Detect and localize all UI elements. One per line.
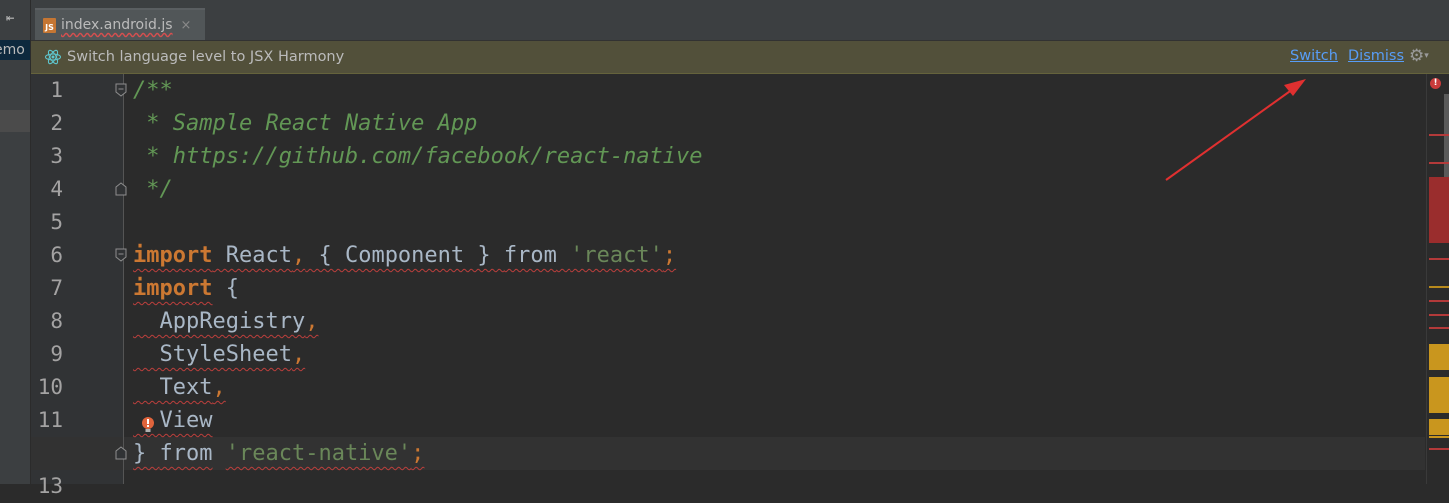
punctuation: ;: [662, 243, 677, 268]
error-marker[interactable]: [1429, 448, 1449, 450]
error-marker[interactable]: [1429, 134, 1449, 136]
error-marker[interactable]: [1429, 300, 1449, 302]
punctuation: ,: [212, 375, 226, 400]
error-indicator-icon[interactable]: !: [1430, 78, 1441, 89]
react-icon: [44, 49, 62, 65]
code-line: import {: [133, 272, 239, 305]
switch-link[interactable]: Switch: [1290, 48, 1338, 64]
tab-close-icon[interactable]: ×: [181, 18, 192, 33]
comment: /**: [133, 78, 173, 103]
collapse-panel-icon[interactable]: ⇤: [6, 10, 14, 26]
error-stripe[interactable]: !: [1426, 74, 1449, 484]
string: 'react-native': [225, 441, 412, 466]
string: 'react': [570, 243, 663, 268]
punctuation: ,: [291, 243, 306, 268]
dismiss-link[interactable]: Dismiss: [1348, 48, 1404, 64]
error-marker[interactable]: [1429, 327, 1449, 329]
line-number: 10: [37, 375, 63, 399]
code-line: * https://github.com/facebook/react-nati…: [133, 140, 703, 173]
gear-dropdown-arrow: ▾: [1424, 51, 1429, 61]
comment: * Sample React Native App: [133, 111, 478, 136]
line-number: 13: [37, 474, 63, 498]
fold-guide: [123, 74, 124, 484]
line-number: 6: [50, 243, 63, 267]
gear-icon[interactable]: ⚙▾: [1409, 46, 1429, 66]
punctuation: ,: [291, 342, 306, 367]
line-number: 2: [50, 111, 63, 135]
punctuation: ;: [411, 441, 425, 466]
code-line: StyleSheet,: [133, 338, 305, 371]
error-marker[interactable]: [1429, 258, 1449, 260]
identifier: from: [159, 441, 213, 466]
warning-marker[interactable]: [1429, 344, 1449, 370]
line-number: 5: [50, 210, 63, 234]
identifier: }: [133, 441, 160, 466]
line-number: 9: [50, 342, 63, 366]
code-line: * Sample React Native App: [133, 107, 477, 140]
code-line: import React, { Component } from 'react'…: [133, 239, 676, 272]
line-number: 3: [50, 144, 63, 168]
code-editor[interactable]: 1 2 3 4 5 6 7 8 9 10 11 12 13 /** * Samp…: [31, 74, 1449, 498]
comment: * https://github.com/facebook/react-nati…: [133, 144, 703, 169]
fold-end-icon[interactable]: [115, 446, 127, 460]
project-tree-item[interactable]: emo: [0, 40, 30, 60]
identifier: React: [212, 243, 292, 268]
keyword: import: [133, 243, 213, 268]
identifier: AppRegistry: [133, 309, 306, 334]
line-number: 1: [50, 78, 63, 102]
error-marker[interactable]: [1429, 314, 1449, 316]
line-number: 4: [50, 177, 63, 201]
error-marker[interactable]: [1429, 162, 1449, 164]
identifier: StyleSheet: [133, 342, 292, 367]
fold-end-icon[interactable]: [115, 182, 127, 196]
line-number: 8: [50, 309, 63, 333]
notification-message: Switch language level to JSX Harmony: [67, 49, 345, 65]
warning-marker[interactable]: [1429, 436, 1449, 438]
punctuation: ,: [305, 309, 319, 334]
tab-title: index.android.js: [61, 17, 173, 33]
gear-glyph: ⚙: [1409, 46, 1425, 66]
line-number: 7: [50, 276, 63, 300]
comment: */: [133, 177, 173, 202]
error-bulb-icon[interactable]: [141, 416, 155, 434]
code-line: } from 'react-native';: [133, 437, 424, 470]
fold-start-icon[interactable]: [115, 248, 127, 262]
code-line: */: [133, 173, 173, 206]
project-tree-selection[interactable]: [0, 110, 30, 132]
warning-marker[interactable]: [1429, 419, 1449, 435]
js-file-icon: JS: [43, 17, 56, 33]
identifier: Text: [133, 375, 213, 400]
error-marker[interactable]: [1429, 177, 1449, 243]
warning-marker[interactable]: [1429, 377, 1449, 413]
line-number: 11: [37, 408, 63, 432]
code-line: /**: [133, 74, 173, 107]
keyword: import: [133, 276, 213, 301]
code-line: AppRegistry,: [133, 305, 318, 338]
code-line: Text,: [133, 371, 226, 404]
fold-start-icon[interactable]: [115, 83, 127, 97]
language-level-notification: Switch language level to JSX Harmony Swi…: [31, 41, 1449, 74]
line-number-gutter: 1 2 3 4 5 6 7 8 9 10 11 12 13: [31, 74, 123, 498]
project-tool-strip: ⇤ emo: [0, 0, 31, 484]
identifier: {: [212, 276, 239, 301]
warning-marker[interactable]: [1429, 286, 1449, 288]
identifier: { Component }: [305, 243, 504, 268]
tab-index-android-js[interactable]: JS index.android.js ×: [35, 8, 205, 40]
editor-tab-bar: JS index.android.js ×: [31, 0, 1449, 41]
identifier: from: [503, 243, 557, 268]
